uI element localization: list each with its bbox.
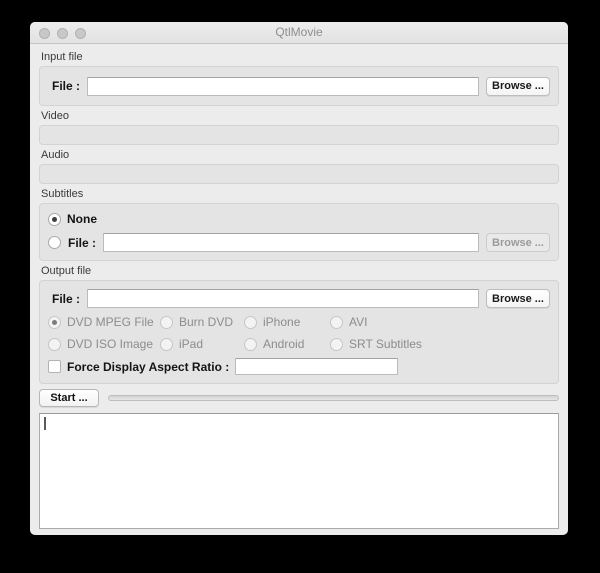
subtitles-browse-button[interactable]: Browse ...	[486, 233, 550, 252]
subtitles-groupbox: None File : Browse ...	[39, 203, 559, 261]
output-file-label: File :	[52, 291, 81, 306]
traffic-lights	[39, 28, 86, 39]
video-section-label: Video	[41, 110, 69, 122]
audio-section-label: Audio	[41, 149, 70, 161]
output-format-row-1: DVD MPEG File Burn DVD iPhone AVI	[48, 314, 550, 330]
start-button[interactable]: Start ...	[39, 389, 99, 407]
format-android-label: Android	[263, 337, 305, 351]
text-cursor	[44, 417, 46, 430]
output-format-row-2: DVD ISO Image iPad Android SRT Subtitles	[48, 336, 550, 352]
input-file-row: File : Browse ...	[48, 76, 550, 96]
minimize-button[interactable]	[57, 28, 68, 39]
progress-bar	[108, 395, 559, 401]
subtitles-file-field[interactable]	[103, 233, 479, 252]
video-groupbox	[39, 125, 559, 145]
log-textarea[interactable]	[39, 413, 559, 529]
subtitles-none-label: None	[67, 212, 97, 226]
format-burn-dvd-label: Burn DVD	[179, 315, 234, 329]
format-option-burn-dvd[interactable]: Burn DVD	[160, 315, 244, 329]
format-avi-radio[interactable]	[330, 315, 343, 329]
aspect-ratio-row: Force Display Aspect Ratio :	[48, 358, 550, 375]
format-ipad-radio[interactable]	[160, 337, 173, 351]
output-file-groupbox: File : Browse ... DVD MPEG File Burn DVD…	[39, 280, 559, 384]
input-file-label: File :	[52, 79, 81, 93]
format-dvd-mpeg-radio[interactable]	[48, 315, 61, 329]
format-burn-dvd-radio[interactable]	[160, 315, 173, 329]
subtitles-file-row: File : Browse ...	[48, 233, 550, 252]
format-dvd-iso-label: DVD ISO Image	[67, 337, 154, 351]
action-row: Start ...	[39, 384, 559, 411]
format-option-android[interactable]: Android	[244, 337, 330, 351]
format-srt-label: SRT Subtitles	[349, 337, 422, 351]
app-window: QtlMovie Input file File : Browse ... Vi…	[30, 22, 568, 535]
format-iphone-radio[interactable]	[244, 315, 257, 329]
format-option-srt[interactable]: SRT Subtitles	[330, 337, 550, 351]
subtitles-none-radio[interactable]	[48, 212, 61, 226]
force-aspect-checkbox[interactable]	[48, 360, 61, 373]
window-title: QtlMovie	[275, 25, 323, 39]
format-option-ipad[interactable]: iPad	[160, 337, 244, 351]
format-avi-label: AVI	[349, 315, 368, 329]
output-file-field[interactable]	[87, 289, 479, 308]
format-android-radio[interactable]	[244, 337, 257, 351]
format-iphone-label: iPhone	[263, 315, 301, 329]
subtitles-file-radio[interactable]	[48, 236, 61, 249]
output-file-row: File : Browse ...	[48, 289, 550, 308]
subtitles-none-option[interactable]: None	[48, 212, 550, 226]
force-aspect-label: Force Display Aspect Ratio :	[67, 359, 230, 374]
input-file-groupbox: File : Browse ...	[39, 66, 559, 106]
zoom-button[interactable]	[75, 28, 86, 39]
format-dvd-iso-radio[interactable]	[48, 337, 61, 351]
audio-groupbox	[39, 164, 559, 184]
format-option-iphone[interactable]: iPhone	[244, 315, 330, 329]
input-file-field[interactable]	[87, 76, 479, 96]
format-option-dvd-mpeg[interactable]: DVD MPEG File	[48, 315, 160, 329]
format-option-dvd-iso[interactable]: DVD ISO Image	[48, 337, 160, 351]
format-dvd-mpeg-label: DVD MPEG File	[67, 315, 154, 329]
main-content: Input file File : Browse ... Video Audio…	[30, 44, 568, 535]
output-file-section-label: Output file	[41, 265, 92, 277]
subtitles-file-label: File :	[68, 235, 97, 250]
format-option-avi[interactable]: AVI	[330, 315, 550, 329]
output-file-browse-button[interactable]: Browse ...	[486, 289, 550, 308]
format-ipad-label: iPad	[179, 337, 204, 351]
format-srt-radio[interactable]	[330, 337, 343, 351]
input-file-section-label: Input file	[41, 51, 83, 63]
input-file-browse-button[interactable]: Browse ...	[486, 76, 550, 96]
subtitles-section-label: Subtitles	[41, 188, 84, 200]
close-button[interactable]	[39, 28, 50, 39]
title-bar[interactable]: QtlMovie	[30, 22, 568, 44]
aspect-ratio-field[interactable]	[235, 358, 399, 375]
